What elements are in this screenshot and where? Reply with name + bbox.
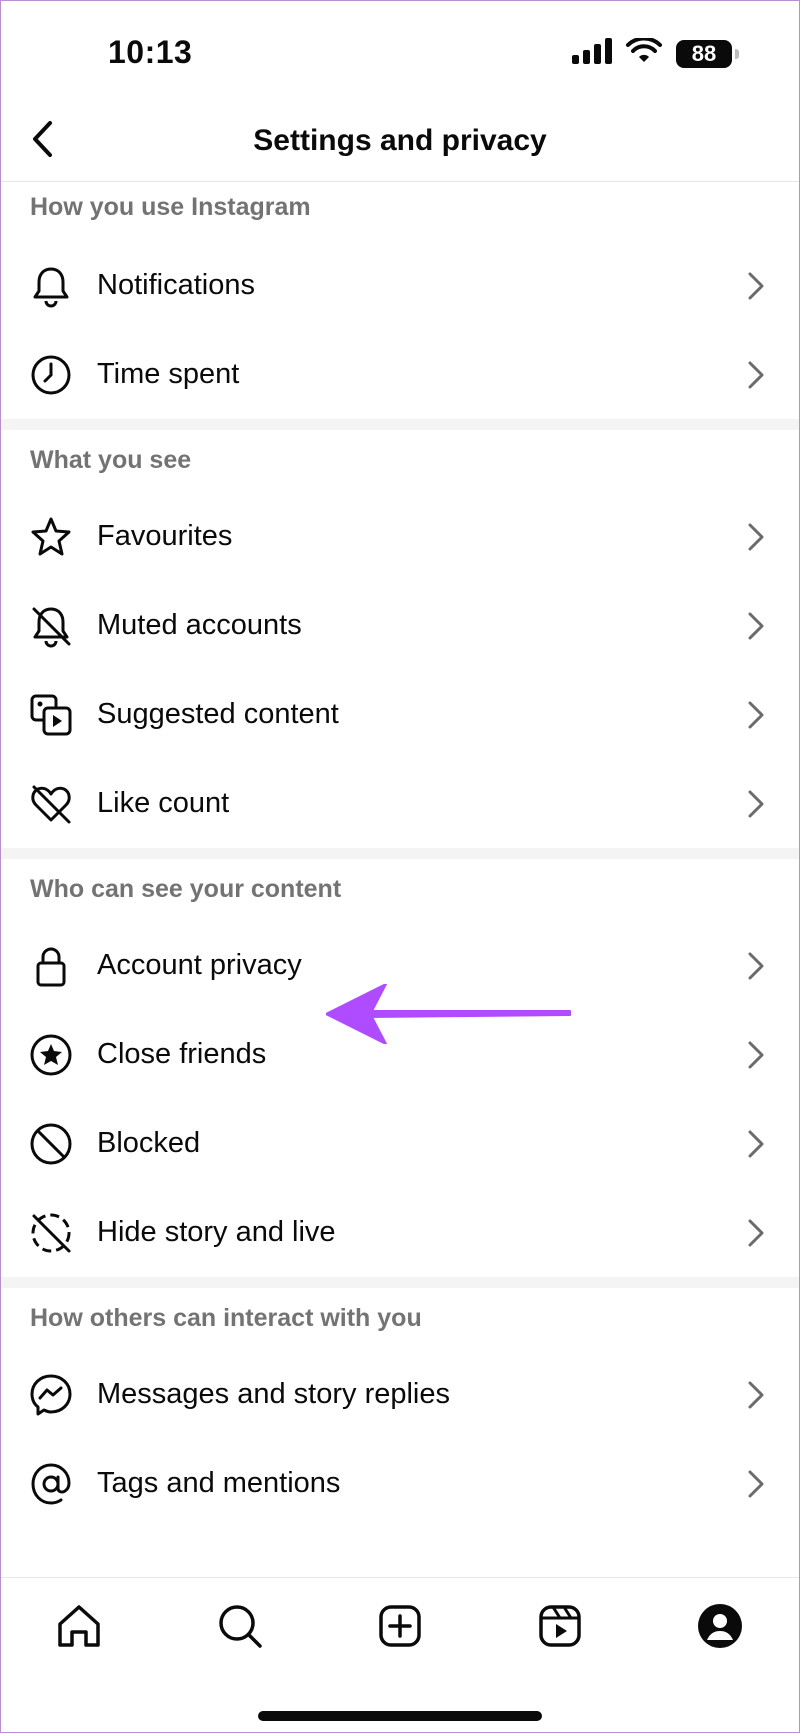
settings-item-muted-accounts[interactable]: Muted accounts [0,581,800,670]
chevron-right-icon [742,951,770,981]
section-title: How others can interact with you [30,1304,422,1332]
settings-item-label: Favourites [97,520,233,552]
status-icons: 88 [572,36,739,69]
battery-level: 88 [691,40,717,66]
page-title: Settings and privacy [253,124,547,157]
header: Settings and privacy [0,100,800,182]
battery-icon: 88 [676,39,739,68]
settings-item-label: Account privacy [97,949,302,981]
profile-icon [696,1602,744,1655]
create-icon [376,1602,424,1655]
settings-item-label: Suggested content [97,698,339,730]
chevron-right-icon [742,1380,770,1410]
muted-bell-icon [28,603,74,649]
reels-icon [536,1602,584,1655]
chevron-right-icon [742,700,770,730]
settings-item-messages[interactable]: Messages and story replies [0,1350,800,1439]
blocked-icon [28,1121,74,1167]
settings-item-notifications[interactable]: Notifications [0,241,800,330]
chevron-right-icon [742,611,770,641]
lock-icon [28,943,74,989]
section-title: What you see [30,446,192,474]
cellular-signal-icon [572,38,612,69]
settings-item-label: Hide story and live [97,1216,336,1248]
home-icon [55,1602,103,1655]
bell-icon [28,263,74,309]
chevron-right-icon [742,789,770,819]
annotation-arrow [325,983,572,1049]
chevron-right-icon [742,271,770,301]
chevron-right-icon [742,1469,770,1499]
section-who-can-see: Who can see your content Account privacy… [0,859,800,1277]
clock-icon [28,352,74,398]
settings-item-label: Blocked [97,1127,201,1159]
messenger-icon [28,1372,74,1418]
heart-off-icon [28,781,74,827]
settings-item-label: Close friends [97,1038,267,1070]
star-circle-icon [28,1032,74,1078]
section-what-you-see: What you see Favourites Muted accounts S… [0,430,800,848]
settings-item-label: Muted accounts [97,609,302,641]
suggested-content-icon [28,692,74,738]
settings-item-hide-story[interactable]: Hide story and live [0,1188,800,1277]
section-how-you-use: How you use Instagram Notifications Time… [0,183,800,419]
section-title: How you use Instagram [30,193,311,221]
search-icon [216,1602,264,1655]
settings-item-favourites[interactable]: Favourites [0,492,800,581]
settings-item-label: Notifications [97,269,255,301]
section-how-others-interact: How others can interact with you Message… [0,1288,800,1528]
settings-item-like-count[interactable]: Like count [0,759,800,848]
status-time: 10:13 [108,34,193,70]
chevron-right-icon [742,1218,770,1248]
settings-item-time-spent[interactable]: Time spent [0,330,800,419]
at-sign-icon [28,1461,74,1507]
home-indicator[interactable] [258,1711,542,1721]
chevron-right-icon [742,1129,770,1159]
settings-item-suggested-content[interactable]: Suggested content [0,670,800,759]
settings-item-label: Messages and story replies [97,1378,450,1410]
settings-item-blocked[interactable]: Blocked [0,1099,800,1188]
section-divider [0,419,800,430]
tab-home[interactable] [51,1600,107,1656]
chevron-right-icon [742,1040,770,1070]
chevron-right-icon [742,522,770,552]
section-title: Who can see your content [30,875,342,903]
tab-create[interactable] [372,1600,428,1656]
tab-search[interactable] [212,1600,268,1656]
bottom-tab-bar [0,1577,800,1733]
settings-list[interactable]: How you use Instagram Notifications Time… [0,183,800,1577]
story-off-icon [28,1210,74,1256]
settings-item-label: Like count [97,787,230,819]
chevron-right-icon [742,360,770,390]
status-bar: 10:13 88 [0,0,800,100]
settings-item-tags-mentions[interactable]: Tags and mentions [0,1439,800,1528]
settings-item-label: Tags and mentions [97,1467,341,1499]
settings-item-label: Time spent [97,358,240,390]
star-icon [28,514,74,560]
section-divider [0,848,800,859]
section-divider [0,1277,800,1288]
tab-reels[interactable] [532,1600,588,1656]
tab-profile[interactable] [692,1600,748,1656]
wifi-icon [626,36,662,69]
